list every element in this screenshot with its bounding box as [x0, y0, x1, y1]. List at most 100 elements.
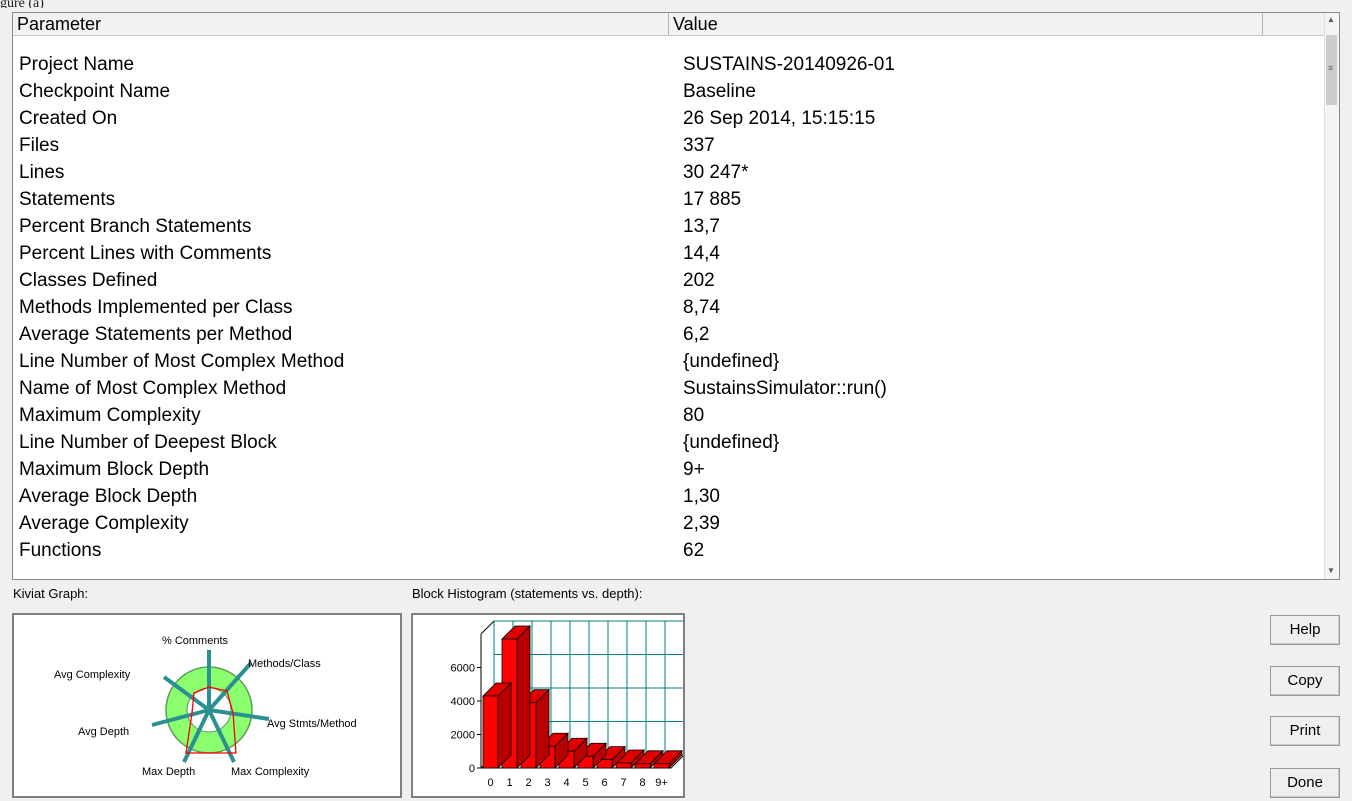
value-cell: 62: [683, 540, 705, 561]
parameter-cell: Statements: [19, 189, 116, 210]
histogram-bar: [615, 762, 632, 769]
scroll-down-arrow-icon[interactable]: ▼: [1327, 566, 1335, 575]
value-cell: {undefined}: [683, 432, 780, 453]
table-row[interactable]: Functions 62: [13, 537, 1325, 564]
value-cell: 337: [683, 135, 715, 156]
parameter-cell: Percent Branch Statements: [19, 216, 252, 237]
kiviat-axis-label: Avg Depth: [78, 726, 129, 738]
print-button[interactable]: Print: [1270, 716, 1340, 746]
value-cell: 8,74: [683, 297, 720, 318]
table-row[interactable]: Average Block Depth 1,30: [13, 483, 1325, 510]
y-tick-label: 4000: [451, 696, 475, 708]
block-histogram-label: Block Histogram (statements vs. depth):: [412, 586, 643, 601]
value-cell: SUSTAINS-20140926-01: [683, 54, 895, 75]
parameter-cell: Maximum Complexity: [19, 405, 201, 426]
x-tick-label: 1: [506, 777, 512, 789]
histogram-bar-side: [535, 688, 550, 769]
table-row[interactable]: Name of Most Complex Method SustainsSimul…: [13, 375, 1325, 402]
table-row[interactable]: Methods Implemented per Class 8,74: [13, 294, 1325, 321]
x-tick-label: 3: [544, 777, 550, 789]
kiviat-graph-panel: % Comments Methods/Class Avg Stmts/Metho…: [12, 613, 402, 798]
table-row[interactable]: Maximum Block Depth 9+: [13, 456, 1325, 483]
histogram-bar: [653, 763, 670, 769]
table-row[interactable]: Percent Lines with Comments 14,4: [13, 240, 1325, 267]
parameter-cell: Average Block Depth: [19, 486, 198, 507]
parameter-cell: Project Name: [19, 54, 135, 75]
done-button[interactable]: Done: [1270, 768, 1340, 798]
value-cell: 2,39: [683, 513, 720, 534]
table-row[interactable]: Line Number of Deepest Block {undefined}: [13, 429, 1325, 456]
kiviat-graph: % Comments Methods/Class Avg Stmts/Metho…: [54, 635, 357, 778]
parameter-cell: Functions: [19, 540, 102, 561]
x-tick-label: 5: [582, 777, 588, 789]
histogram-bar: [482, 695, 499, 769]
table-row[interactable]: Files 337: [13, 132, 1325, 159]
parameter-cell: Created On: [19, 108, 118, 129]
value-cell: 80: [683, 405, 705, 426]
grip-icon: ≡: [1328, 63, 1334, 73]
table-row[interactable]: Statements 17 885: [13, 186, 1325, 213]
histogram-bar-side: [516, 625, 531, 769]
value-cell: 9+: [683, 459, 705, 480]
parameter-cell: Maximum Block Depth: [19, 459, 210, 480]
y-tick-label: 0: [469, 763, 475, 775]
block-histogram-chart: 0 2000 4000 6000 0 1 2 3 4 5 6 7 8 9+: [451, 620, 686, 789]
table-row[interactable]: Line Number of Most Complex Method {undef…: [13, 348, 1325, 375]
parameter-cell: Files: [19, 135, 60, 156]
histogram-bar: [634, 763, 651, 769]
x-tick-label: 8: [639, 777, 645, 789]
table-row[interactable]: Project Name SUSTAINS-20140926-01: [13, 51, 1325, 78]
parameter-cell: Line Number of Most Complex Method: [19, 351, 345, 372]
parameter-column-header[interactable]: Parameter: [13, 13, 669, 35]
vertical-scrollbar[interactable]: ▲ ≡ ▼: [1324, 13, 1339, 579]
help-button[interactable]: Help: [1270, 615, 1340, 645]
kiviat-axis-label: Max Depth: [142, 766, 195, 778]
kiviat-axis-label: % Comments: [162, 635, 229, 647]
value-cell: {undefined}: [683, 351, 780, 372]
parameter-cell: Checkpoint Name: [19, 81, 171, 102]
scroll-up-arrow-icon[interactable]: ▲: [1327, 15, 1335, 24]
table-row[interactable]: Average Complexity 2,39: [13, 510, 1325, 537]
histogram-bar-side: [497, 682, 512, 769]
kiviat-axis-label: Max Complexity: [231, 766, 310, 778]
y-tick-label: 2000: [451, 730, 475, 742]
y-tick-label: 6000: [451, 663, 475, 675]
kiviat-axis-label: Methods/Class: [248, 658, 321, 670]
parameter-cell: Classes Defined: [19, 270, 158, 291]
value-cell: 14,4: [683, 243, 720, 264]
value-cell: 13,7: [683, 216, 720, 237]
table-row[interactable]: Percent Branch Statements 13,7: [13, 213, 1325, 240]
table-row[interactable]: Average Statements per Method 6,2: [13, 321, 1325, 348]
kiviat-graph-label: Kiviat Graph:: [13, 586, 89, 601]
x-tick-label: 6: [601, 777, 607, 789]
copy-button[interactable]: Copy: [1270, 666, 1340, 696]
value-cell: 26 Sep 2014, 15:15:15: [683, 108, 876, 129]
value-cell: 202: [683, 270, 715, 291]
x-tick-label: 2: [525, 777, 531, 789]
value-cell: 6,2: [683, 324, 710, 345]
table-row[interactable]: Checkpoint Name Baseline: [13, 78, 1325, 105]
histogram-top-edge: [480, 620, 495, 635]
parameter-cell: Line Number of Deepest Block: [19, 432, 277, 453]
x-tick-label: 4: [563, 777, 569, 789]
table-row[interactable]: Lines 30 247*: [13, 159, 1325, 186]
value-column-header[interactable]: Value: [669, 13, 1263, 35]
table-row[interactable]: Maximum Complexity 80: [13, 402, 1325, 429]
table-header: Parameter Value: [13, 13, 1339, 36]
parameter-cell: Lines: [19, 162, 65, 183]
x-tick-label: 9+: [655, 777, 668, 789]
empty-column-header: [1263, 13, 1325, 35]
kiviat-axis-label: Avg Stmts/Method: [267, 718, 357, 730]
table-row[interactable]: Created On 26 Sep 2014, 15:15:15: [13, 105, 1325, 132]
value-cell: SustainsSimulator::run(): [683, 378, 887, 399]
caption-text: gure (a): [0, 0, 44, 8]
table-row[interactable]: Classes Defined 202: [13, 267, 1325, 294]
parameter-cell: Name of Most Complex Method: [19, 378, 287, 399]
value-cell: 1,30: [683, 486, 720, 507]
table-body: Project Name SUSTAINS-20140926-01 Checkpoi…: [13, 51, 1325, 564]
metrics-table: Parameter Value Project Name SUSTAINS-201…: [12, 12, 1340, 580]
kiviat-axis-label: Avg Complexity: [54, 669, 131, 681]
parameter-cell: Average Complexity: [19, 513, 189, 534]
parameter-cell: Methods Implemented per Class: [19, 297, 293, 318]
value-cell: 30 247*: [683, 162, 749, 183]
